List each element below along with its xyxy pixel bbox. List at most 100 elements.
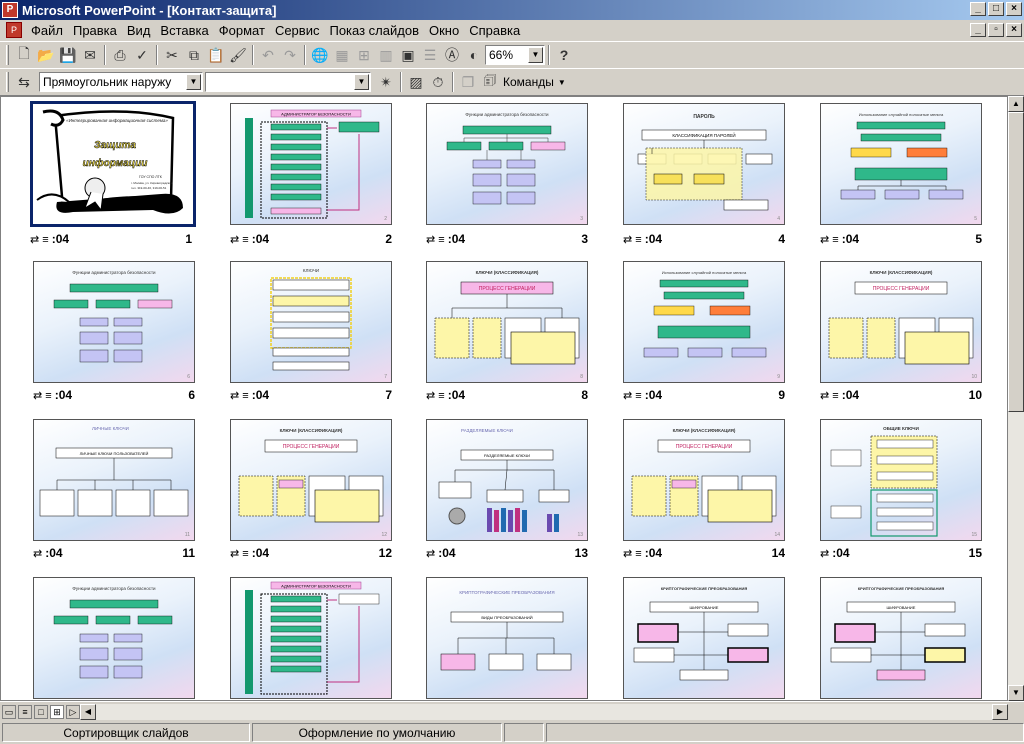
slideshow-view-icon[interactable]: ▷ bbox=[66, 704, 80, 719]
insert-table-icon[interactable]: ⊞ bbox=[353, 44, 375, 66]
document-icon[interactable]: P bbox=[6, 22, 22, 38]
spelling-icon[interactable]: ✓ bbox=[131, 44, 153, 66]
slide-thumbnail[interactable]: ПАРОЛЬ КЛАССИФИКАЦИЯ ПАРОЛЕЙ 4 bbox=[623, 103, 785, 225]
slide-thumbnail[interactable]: КЛЮЧИ (КЛАССИФИКАЦИЯ) ПРОЦЕСС ГЕНЕРАЦИИ … bbox=[820, 261, 982, 383]
menu-edit[interactable]: Правка bbox=[68, 23, 122, 38]
transition-icon[interactable]: ⇄ ≡ bbox=[230, 233, 249, 246]
slide-thumbnail[interactable]: Использование случайной полосатые мельта… bbox=[820, 103, 982, 225]
summary-slide-icon[interactable]: ❐ bbox=[457, 71, 479, 93]
scroll-left-icon[interactable]: ◀ bbox=[80, 704, 96, 720]
animation-preview-icon[interactable]: ✴ bbox=[375, 71, 397, 93]
commands-button[interactable]: Команды ▼ bbox=[503, 75, 566, 89]
slide-thumbnail[interactable]: РАЗДЕЛЯЕМЫЕ КЛЮЧИ РАЗДЕЛЯЕМЫЕ КЛЮЧИ 13 bbox=[426, 419, 588, 541]
scroll-right-icon[interactable]: ▶ bbox=[992, 704, 1008, 720]
slide-thumbnail[interactable]: КРИПТОГРАФИЧЕСКИЕ ПРЕОБРАЗОВАНИЯ ШИФРОВА… bbox=[623, 577, 785, 699]
cut-icon[interactable]: ✂ bbox=[161, 44, 183, 66]
scroll-down-icon[interactable]: ▼ bbox=[1008, 685, 1024, 701]
rehearse-timings-icon[interactable]: ⏱ bbox=[427, 71, 449, 93]
transition-icon[interactable]: ⇄ ≡ bbox=[426, 389, 445, 402]
chevron-down-icon[interactable]: ▼ bbox=[528, 47, 543, 63]
slide-thumbnail[interactable]: АДМИНИСТРАТОР БЕЗОПАСНОСТИ 2 bbox=[230, 103, 392, 225]
save-icon[interactable]: 💾 bbox=[57, 44, 79, 66]
transition-effect-combo[interactable]: Прямоугольник наружу ▼ bbox=[39, 72, 203, 92]
horizontal-scrollbar[interactable]: ◀ ▶ bbox=[80, 704, 1008, 720]
slide-transition-icon[interactable]: ⇆ bbox=[13, 71, 35, 93]
menu-view[interactable]: Вид bbox=[122, 23, 156, 38]
expand-all-icon[interactable]: ☰ bbox=[419, 44, 441, 66]
close-button[interactable]: × bbox=[1006, 2, 1022, 16]
slide-thumbnail[interactable]: КЛЮЧИ (КЛАССИФИКАЦИЯ) ПРОЦЕСС ГЕНЕРАЦИИ … bbox=[230, 419, 392, 541]
format-painter-icon[interactable]: 🖌 bbox=[227, 44, 249, 66]
slide-thumbnail[interactable]: Функции администратора безопасности bbox=[33, 577, 195, 699]
outline-view-icon[interactable]: ≡ bbox=[18, 704, 32, 719]
redo-icon[interactable]: ↷ bbox=[279, 44, 301, 66]
normal-view-icon[interactable]: ▭ bbox=[2, 704, 16, 719]
paste-icon[interactable]: 📋 bbox=[205, 44, 227, 66]
slide-thumbnail[interactable]: Функции администратора безопасности 6 bbox=[33, 261, 195, 383]
transition-icon[interactable]: ⇄ ≡ bbox=[623, 233, 642, 246]
transition-icon[interactable]: ⇄ bbox=[820, 547, 829, 560]
show-formatting-icon[interactable]: Ⓐ bbox=[441, 44, 463, 66]
new-slide-icon[interactable]: ▣ bbox=[397, 44, 419, 66]
scroll-thumb[interactable] bbox=[1008, 112, 1024, 412]
scroll-up-icon[interactable]: ▲ bbox=[1008, 96, 1024, 112]
slide-thumbnail[interactable]: КРИПТОГРАФИЧЕСКИЕ ПРЕОБРАЗОВАНИЯ ШИФРОВА… bbox=[820, 577, 982, 699]
slide-thumbnail[interactable]: ОБЩИЕ КЛЮЧИ 15 bbox=[820, 419, 982, 541]
transition-icon[interactable]: ⇄ ≡ bbox=[230, 547, 249, 560]
slide-thumbnail[interactable]: Функции администратора безопасности 3 bbox=[426, 103, 588, 225]
transition-icon[interactable]: ⇄ ≡ bbox=[33, 389, 52, 402]
slide-thumbnail[interactable]: КЛЮЧИ 7 bbox=[230, 261, 392, 383]
print-icon[interactable]: ⎙ bbox=[109, 44, 131, 66]
transition-icon[interactable]: ⇄ ≡ bbox=[30, 233, 49, 246]
slide-thumbnail[interactable]: АДМИНИСТРАТОР БЕЗОПАСНОСТИ bbox=[230, 577, 392, 699]
maximize-button[interactable]: □ bbox=[988, 2, 1004, 16]
hyperlink-icon[interactable]: 🌐 bbox=[309, 44, 331, 66]
vertical-scrollbar[interactable]: ▲ ▼ bbox=[1008, 96, 1024, 701]
slide-view-icon[interactable]: □ bbox=[34, 704, 48, 719]
menu-tools[interactable]: Сервис bbox=[270, 23, 325, 38]
slide-sorter-view-icon[interactable]: ⊞ bbox=[50, 704, 64, 719]
slide-thumbnail[interactable]: ЛИЧНЫЕ КЛЮЧИ ЛИЧНЫЕ КЛЮЧИ ПОЛЬЗОВАТЕЛЕЙ … bbox=[33, 419, 195, 541]
help-icon[interactable]: ? bbox=[553, 44, 575, 66]
preset-animation-combo[interactable]: ▼ bbox=[205, 72, 371, 92]
copy-icon[interactable]: ⧉ bbox=[183, 44, 205, 66]
menu-window[interactable]: Окно bbox=[424, 23, 464, 38]
slide-thumbnail[interactable]: КЛЮЧИ (КЛАССИФИКАЦИЯ) ПРОЦЕСС ГЕНЕРАЦИИ … bbox=[623, 419, 785, 541]
minimize-button[interactable]: _ bbox=[970, 2, 986, 16]
transition-icon[interactable]: ⇄ ≡ bbox=[623, 547, 642, 560]
powerpoint-icon[interactable]: P bbox=[2, 2, 18, 18]
menu-file[interactable]: Файл bbox=[26, 23, 68, 38]
hide-slide-icon[interactable]: ▨ bbox=[405, 71, 427, 93]
slide-thumbnail[interactable]: КРИПТОГРАФИЧЕСКИЕ ПРЕОБРАЗОВАНИЯ ВИДЫ ПР… bbox=[426, 577, 588, 699]
chevron-down-icon[interactable]: ▼ bbox=[354, 74, 369, 90]
slide-thumbnail[interactable]: «Интегрированная информационная система»… bbox=[30, 101, 196, 227]
toolbar-grip-2[interactable] bbox=[6, 72, 9, 92]
menu-slideshow[interactable]: Показ слайдов bbox=[324, 23, 424, 38]
menu-help[interactable]: Справка bbox=[464, 23, 525, 38]
transition-icon[interactable]: ⇄ bbox=[426, 547, 435, 560]
speaker-notes-icon[interactable]: 🗊 bbox=[479, 71, 501, 93]
chevron-down-icon[interactable]: ▼ bbox=[186, 74, 201, 90]
doc-minimize-button[interactable]: _ bbox=[970, 23, 986, 37]
transition-icon[interactable]: ⇄ ≡ bbox=[230, 389, 249, 402]
zoom-combo[interactable]: 66% ▼ bbox=[485, 45, 545, 65]
toolbar-grip[interactable] bbox=[6, 45, 9, 65]
tables-icon[interactable]: ▦ bbox=[331, 44, 353, 66]
doc-close-button[interactable]: × bbox=[1006, 23, 1022, 37]
undo-icon[interactable]: ↶ bbox=[257, 44, 279, 66]
transition-icon[interactable]: ⇄ ≡ bbox=[426, 233, 445, 246]
grayscale-icon[interactable]: ◐ bbox=[463, 44, 485, 66]
email-icon[interactable]: ✉ bbox=[79, 44, 101, 66]
insert-chart-icon[interactable]: ▥ bbox=[375, 44, 397, 66]
slide-thumbnail[interactable]: КЛЮЧИ (КЛАССИФИКАЦИЯ) ПРОЦЕСС ГЕНЕРАЦИИ … bbox=[426, 261, 588, 383]
open-icon[interactable]: 📂 bbox=[35, 44, 57, 66]
menu-insert[interactable]: Вставка bbox=[155, 23, 213, 38]
menu-format[interactable]: Формат bbox=[214, 23, 270, 38]
new-icon[interactable]: 🗋 bbox=[13, 44, 35, 66]
doc-restore-button[interactable]: ▫ bbox=[988, 23, 1004, 37]
transition-icon[interactable]: ⇄ ≡ bbox=[820, 389, 839, 402]
transition-icon[interactable]: ⇄ ≡ bbox=[820, 233, 839, 246]
transition-icon[interactable]: ⇄ bbox=[33, 547, 42, 560]
transition-icon[interactable]: ⇄ ≡ bbox=[623, 389, 642, 402]
slide-thumbnail[interactable]: Использование случайной полосатые мельта… bbox=[623, 261, 785, 383]
